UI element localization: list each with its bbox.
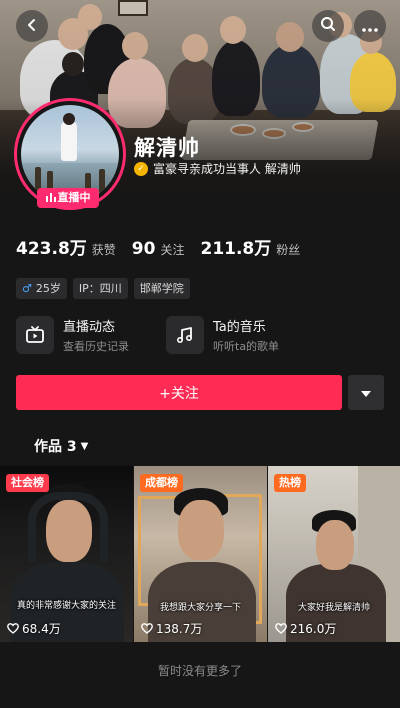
rank-badge: 社会榜 bbox=[6, 474, 49, 492]
heart-icon bbox=[141, 623, 153, 634]
video-likes: 216.0万 bbox=[275, 620, 336, 637]
video-likes-count: 138.7万 bbox=[156, 622, 203, 636]
live-history-card[interactable]: 直播动态 查看历史记录 bbox=[16, 316, 129, 354]
video-likes: 138.7万 bbox=[141, 620, 202, 637]
follow-options-button[interactable] bbox=[348, 375, 384, 410]
follow-button[interactable]: +关注 bbox=[16, 375, 342, 410]
video-grid: 社会榜 真的非常感谢大家的关注 68.4万 成都榜 我想跟大家分享一下 138.… bbox=[0, 466, 400, 642]
stat-label: 关注 bbox=[160, 243, 185, 257]
video-likes-count: 216.0万 bbox=[290, 622, 337, 636]
tag-age-label: 25岁 bbox=[35, 282, 61, 295]
music-note-icon bbox=[166, 316, 204, 354]
male-icon: ♂ bbox=[22, 282, 32, 295]
caret-down-icon: ▼ bbox=[80, 440, 89, 452]
video-likes: 68.4万 bbox=[7, 620, 61, 637]
video-thumbnail[interactable]: 热榜 大家好我是解清帅 216.0万 bbox=[268, 466, 400, 642]
chevron-left-icon bbox=[25, 17, 39, 36]
live-history-subtitle: 查看历史记录 bbox=[63, 340, 129, 353]
rank-badge: 热榜 bbox=[274, 474, 306, 492]
heart-icon bbox=[275, 623, 287, 634]
tag-age: ♂ 25岁 bbox=[16, 278, 67, 299]
stat-label: 获赞 bbox=[91, 243, 116, 257]
stat-value: 211.8万 bbox=[200, 239, 272, 259]
search-icon bbox=[320, 16, 336, 36]
caret-down-icon bbox=[360, 383, 372, 402]
more-button[interactable] bbox=[354, 10, 386, 42]
live-badge[interactable]: 直播中 bbox=[37, 188, 99, 208]
profile-tags: ♂ 25岁 IP：四川 邯郸学院 bbox=[16, 278, 196, 299]
more-dots-icon bbox=[362, 17, 378, 36]
stat-value: 90 bbox=[131, 239, 156, 259]
stat-following[interactable]: 90 关注 bbox=[132, 239, 185, 259]
profile-stats: 423.8万 获赞 90 关注 211.8万 粉丝 bbox=[16, 234, 316, 259]
search-button[interactable] bbox=[312, 10, 344, 42]
tag-school[interactable]: 邯郸学院 bbox=[133, 278, 190, 299]
heart-icon bbox=[7, 623, 19, 634]
video-likes-count: 68.4万 bbox=[22, 622, 61, 636]
back-button[interactable] bbox=[16, 10, 48, 42]
video-caption: 大家好我是解清帅 bbox=[297, 603, 370, 613]
stat-label: 粉丝 bbox=[276, 243, 301, 257]
verification-text: 富豪寻亲成功当事人 解清帅 bbox=[153, 162, 301, 176]
video-thumbnail[interactable]: 成都榜 我想跟大家分享一下 138.7万 bbox=[134, 466, 267, 642]
verification-row: ✓ 富豪寻亲成功当事人 解清帅 bbox=[134, 160, 301, 177]
tv-icon bbox=[16, 316, 54, 354]
no-more-content-note: 暂时没有更多了 bbox=[157, 664, 242, 678]
video-caption: 我想跟大家分享一下 bbox=[159, 603, 241, 613]
live-bars-icon bbox=[45, 193, 56, 202]
live-history-title: 直播动态 bbox=[63, 320, 116, 335]
tag-ip: IP：四川 bbox=[72, 278, 128, 299]
music-subtitle: 听听ta的歌单 bbox=[213, 340, 280, 353]
tab-works[interactable]: 作品 3 ▼ bbox=[34, 436, 88, 456]
music-card[interactable]: Ta的音乐 听听ta的歌单 bbox=[166, 316, 279, 354]
profile-name: 解清帅 bbox=[134, 136, 200, 160]
verified-icon: ✓ bbox=[134, 161, 148, 176]
live-badge-label: 直播中 bbox=[57, 191, 91, 204]
stat-followers[interactable]: 211.8万 粉丝 bbox=[200, 234, 300, 259]
tab-works-label: 作品 3 bbox=[34, 439, 77, 455]
video-thumbnail[interactable]: 社会榜 真的非常感谢大家的关注 68.4万 bbox=[0, 466, 133, 642]
stat-likes[interactable]: 423.8万 获赞 bbox=[16, 234, 116, 259]
rank-badge: 成都榜 bbox=[140, 474, 183, 492]
video-caption: 真的非常感谢大家的关注 bbox=[16, 601, 116, 611]
stat-value: 423.8万 bbox=[16, 239, 87, 259]
music-title: Ta的音乐 bbox=[213, 320, 266, 335]
